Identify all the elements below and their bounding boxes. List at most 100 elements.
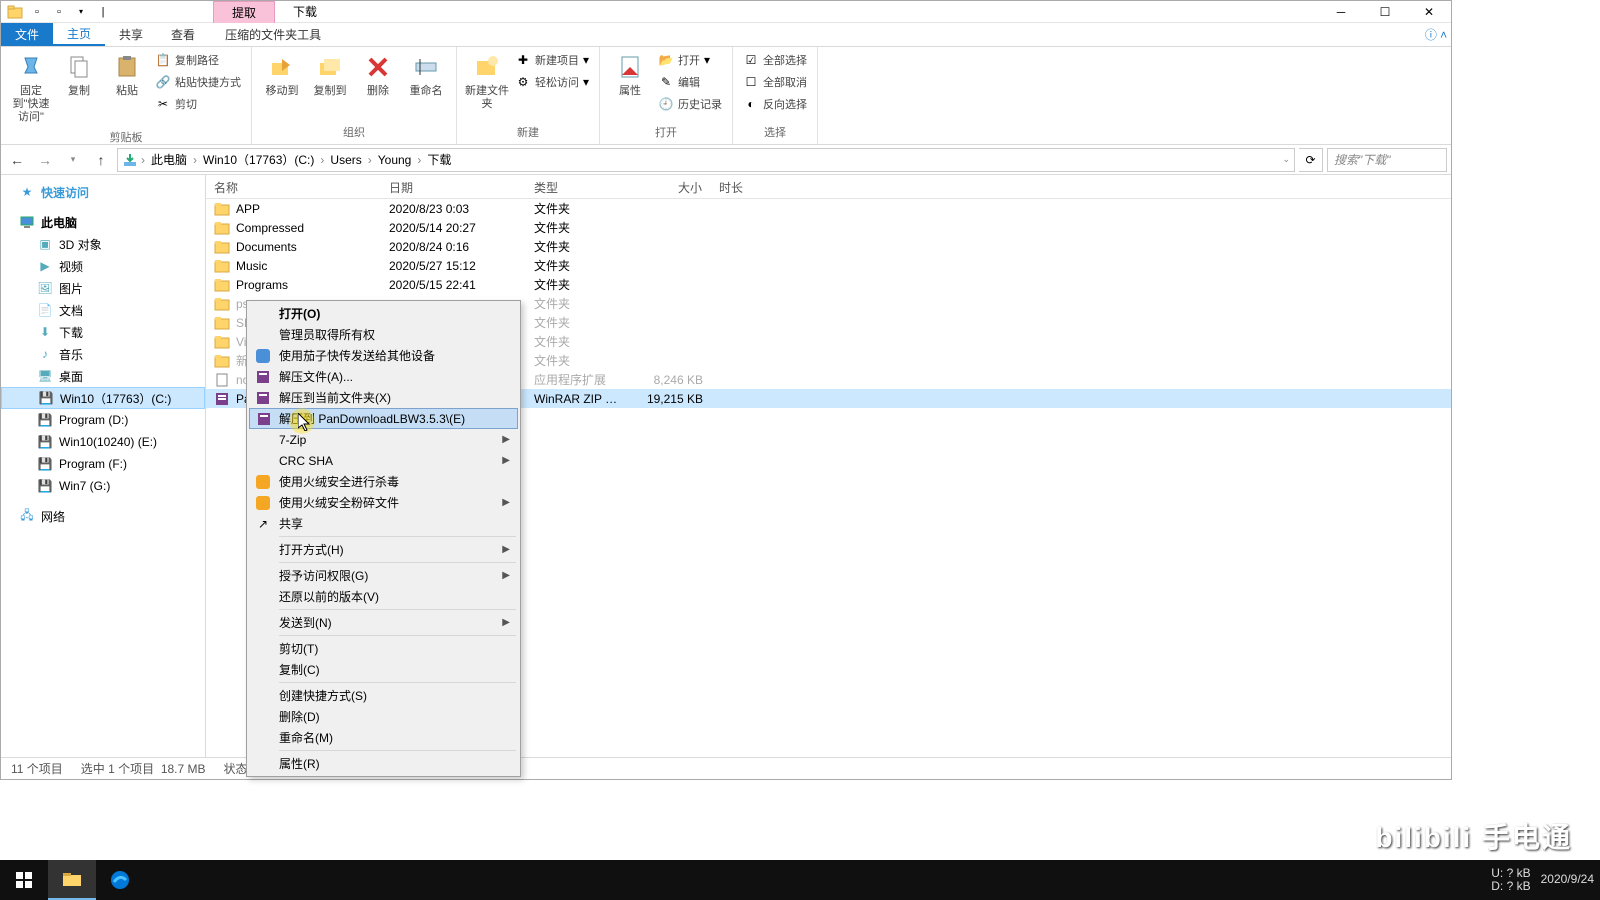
context-tab-extract[interactable]: 提取 xyxy=(213,1,275,23)
menu-item[interactable]: 发送到(N)▶ xyxy=(249,612,518,633)
menu-item[interactable]: 解压文件(A)... xyxy=(249,366,518,387)
cut-button[interactable]: ✂剪切 xyxy=(151,93,245,115)
qat-item[interactable]: ▫ xyxy=(27,3,47,21)
open-button[interactable]: 📂打开 ▾ xyxy=(654,49,726,71)
menu-item[interactable]: 使用茄子快传发送给其他设备 xyxy=(249,345,518,366)
qat-item[interactable]: ▫ xyxy=(49,3,69,21)
invert-selection-button[interactable]: ◐反向选择 xyxy=(739,93,811,115)
select-none-button[interactable]: ☐全部取消 xyxy=(739,71,811,93)
edge-taskbtn[interactable] xyxy=(96,860,144,900)
navigation-pane[interactable]: ★快速访问 此电脑 ▣3D 对象 ▶视频 🖼图片 📄文档 ⬇下载 ♪音乐 🖥桌面… xyxy=(1,175,206,757)
menu-item[interactable]: 还原以前的版本(V) xyxy=(249,586,518,607)
breadcrumb-downloads[interactable]: 下载 xyxy=(424,151,454,168)
close-button[interactable]: ✕ xyxy=(1407,1,1451,23)
minimize-button[interactable]: ─ xyxy=(1319,1,1363,23)
nav-pictures[interactable]: 🖼图片 xyxy=(1,277,205,299)
menu-item[interactable]: 复制(C) xyxy=(249,659,518,680)
chevron-icon[interactable]: › xyxy=(192,153,198,167)
col-name[interactable]: 名称 xyxy=(206,175,381,198)
file-row[interactable]: Music2020/5/27 15:12文件夹 xyxy=(206,256,1451,275)
nav-music[interactable]: ♪音乐 xyxy=(1,343,205,365)
forward-button[interactable]: → xyxy=(33,148,57,172)
nav-thispc[interactable]: 此电脑 xyxy=(1,211,205,233)
copyto-button[interactable]: 复制到 xyxy=(306,49,354,100)
properties-button[interactable]: 属性 xyxy=(606,49,654,100)
copy-button[interactable]: 复制 xyxy=(55,49,103,100)
new-folder-button[interactable]: 新建文件夹 xyxy=(463,49,511,113)
system-tray[interactable]: U: ? kB D: ? kB 2020/9/24 xyxy=(1491,867,1600,893)
file-row[interactable]: Programs2020/5/15 22:41文件夹 xyxy=(206,275,1451,294)
file-list[interactable]: 名称 日期 类型 大小 时长 APP2020/8/23 0:03文件夹Compr… xyxy=(206,175,1451,757)
menu-item[interactable]: 删除(D) xyxy=(249,706,518,727)
menu-item[interactable]: 使用火绒安全进行杀毒 xyxy=(249,471,518,492)
maximize-button[interactable]: ☐ xyxy=(1363,1,1407,23)
copy-path-button[interactable]: 📋复制路径 xyxy=(151,49,245,71)
col-duration[interactable]: 时长 xyxy=(711,175,791,198)
delete-button[interactable]: 删除 xyxy=(354,49,402,100)
file-row[interactable]: APP2020/8/23 0:03文件夹 xyxy=(206,199,1451,218)
breadcrumb-bar[interactable]: › 此电脑 › Win10（17763）(C:) › Users › Young… xyxy=(117,148,1295,172)
breadcrumb-thispc[interactable]: 此电脑 xyxy=(148,151,190,168)
chevron-icon[interactable]: › xyxy=(319,153,325,167)
menu-item[interactable]: 解压到当前文件夹(X) xyxy=(249,387,518,408)
context-tab-download[interactable]: 下载 xyxy=(275,1,335,23)
view-tab[interactable]: 查看 xyxy=(157,23,209,46)
nav-desktop[interactable]: 🖥桌面 xyxy=(1,365,205,387)
nav-drive-d[interactable]: 💾Program (D:) xyxy=(1,409,205,431)
select-all-button[interactable]: ☑全部选择 xyxy=(739,49,811,71)
menu-item[interactable]: 属性(R) xyxy=(249,753,518,774)
col-type[interactable]: 类型 xyxy=(526,175,636,198)
breadcrumb-drive[interactable]: Win10（17763）(C:) xyxy=(200,151,317,168)
nav-drive-f[interactable]: 💾Program (F:) xyxy=(1,453,205,475)
easy-access-button[interactable]: ⚙轻松访问 ▾ xyxy=(511,71,593,93)
file-tab[interactable]: 文件 xyxy=(1,23,53,46)
nav-quickaccess[interactable]: ★快速访问 xyxy=(1,181,205,203)
file-row[interactable]: Compressed2020/5/14 20:27文件夹 xyxy=(206,218,1451,237)
moveto-button[interactable]: 移动到 xyxy=(258,49,306,100)
nav-drive-g[interactable]: 💾Win7 (G:) xyxy=(1,475,205,497)
up-button[interactable]: ↑ xyxy=(89,148,113,172)
menu-item[interactable]: 使用火绒安全粉碎文件▶ xyxy=(249,492,518,513)
home-tab[interactable]: 主页 xyxy=(53,23,105,46)
address-dropdown[interactable]: ⌄ xyxy=(1282,154,1290,165)
compressed-tools-tab[interactable]: 压缩的文件夹工具 xyxy=(211,23,335,46)
col-size[interactable]: 大小 xyxy=(636,175,711,198)
paste-shortcut-button[interactable]: 🔗粘贴快捷方式 xyxy=(151,71,245,93)
chevron-icon[interactable]: › xyxy=(367,153,373,167)
menu-item[interactable]: 剪切(T) xyxy=(249,638,518,659)
menu-item[interactable]: 7-Zip▶ xyxy=(249,429,518,450)
breadcrumb-user[interactable]: Young xyxy=(375,153,415,167)
recent-dropdown[interactable]: ▾ xyxy=(61,148,85,172)
file-row[interactable]: Documents2020/8/24 0:16文件夹 xyxy=(206,237,1451,256)
nav-documents[interactable]: 📄文档 xyxy=(1,299,205,321)
nav-3dobjects[interactable]: ▣3D 对象 xyxy=(1,233,205,255)
chevron-icon[interactable]: › xyxy=(140,153,146,167)
nav-downloads[interactable]: ⬇下载 xyxy=(1,321,205,343)
nav-drive-e[interactable]: 💾Win10(10240) (E:) xyxy=(1,431,205,453)
nav-drive-c[interactable]: 💾Win10（17763）(C:) xyxy=(1,387,205,409)
ribbon-collapse-button[interactable]: ⓘ ˄ xyxy=(1421,23,1451,46)
search-input[interactable]: 搜索"下载" xyxy=(1327,148,1447,172)
edit-button[interactable]: ✎编辑 xyxy=(654,71,726,93)
qat-dropdown-icon[interactable]: ▾ xyxy=(71,3,91,21)
nav-videos[interactable]: ▶视频 xyxy=(1,255,205,277)
menu-item[interactable]: ↗共享 xyxy=(249,513,518,534)
menu-item[interactable]: 打开方式(H)▶ xyxy=(249,539,518,560)
menu-item[interactable]: 创建快捷方式(S) xyxy=(249,685,518,706)
rename-button[interactable]: 重命名 xyxy=(402,49,450,100)
chevron-icon[interactable]: › xyxy=(416,153,422,167)
menu-item[interactable]: CRC SHA▶ xyxy=(249,450,518,471)
start-button[interactable] xyxy=(0,860,48,900)
nav-network[interactable]: 🖧网络 xyxy=(1,505,205,527)
refresh-button[interactable]: ⟳ xyxy=(1299,148,1323,172)
menu-item[interactable]: 管理员取得所有权 xyxy=(249,324,518,345)
history-button[interactable]: 🕘历史记录 xyxy=(654,93,726,115)
menu-item[interactable]: 解压到 PanDownloadLBW3.5.3\(E) xyxy=(249,408,518,429)
new-item-button[interactable]: ✚新建项目 ▾ xyxy=(511,49,593,71)
paste-button[interactable]: 粘贴 xyxy=(103,49,151,100)
menu-item[interactable]: 重命名(M) xyxy=(249,727,518,748)
col-date[interactable]: 日期 xyxy=(381,175,526,198)
folder-icon[interactable] xyxy=(5,3,25,21)
share-tab[interactable]: 共享 xyxy=(105,23,157,46)
explorer-taskbtn[interactable] xyxy=(48,860,96,900)
